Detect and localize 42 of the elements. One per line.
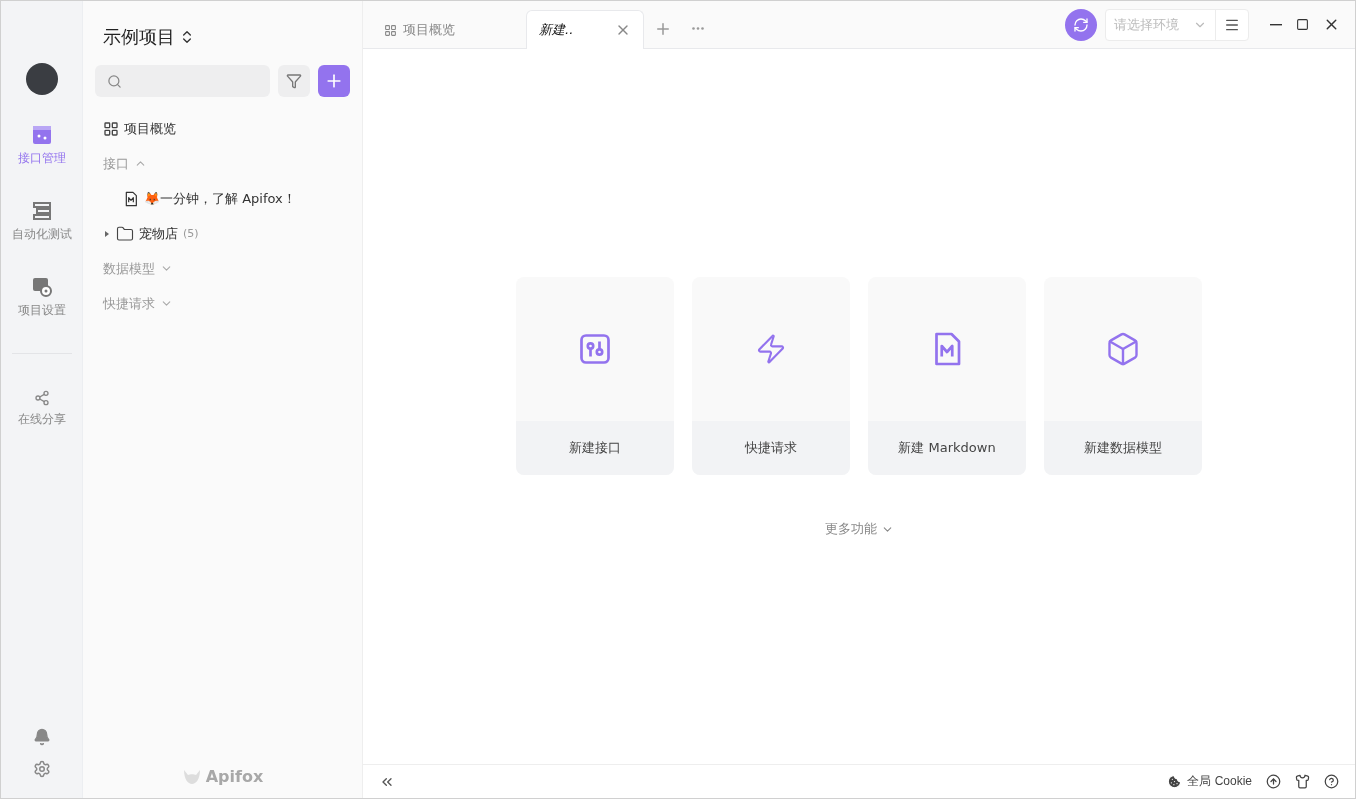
action-card[interactable]: 快捷请求 (692, 277, 850, 475)
grid-icon (384, 23, 397, 37)
brand-name: Apifox (205, 767, 264, 786)
grid-icon (103, 120, 119, 137)
action-card[interactable]: 新建 Markdown (868, 277, 1026, 475)
tree-item[interactable]: 项目概览 (124, 119, 176, 138)
api-icon (31, 125, 52, 145)
filter-button[interactable] (278, 65, 310, 97)
maximize-icon (1296, 18, 1309, 31)
more-features-button[interactable]: 更多功能 (818, 519, 900, 539)
folder-icon (116, 224, 134, 243)
bell-icon[interactable] (32, 728, 51, 746)
cookie-button[interactable]: 全局 Cookie (1167, 773, 1252, 790)
add-button[interactable] (318, 65, 350, 97)
refresh-icon (1073, 16, 1089, 33)
cookie-icon (1167, 774, 1183, 789)
minimize-button[interactable] (1267, 23, 1285, 26)
stack-icon (31, 201, 52, 221)
search-icon (107, 73, 122, 89)
lightning-icon (755, 333, 787, 365)
cube-icon (1105, 331, 1141, 367)
share-icon (33, 390, 50, 406)
action-card[interactable]: 新建接口 (516, 277, 674, 475)
action-card[interactable]: 新建数据模型 (1044, 277, 1202, 475)
avatar[interactable] (25, 63, 58, 95)
tree-item[interactable]: 🦊一分钟，了解 Apifox！ (144, 189, 296, 208)
item-count: (5) (183, 227, 199, 240)
markdown-file-icon (123, 190, 139, 207)
api-icon (577, 331, 613, 367)
search-field[interactable] (95, 65, 270, 97)
project-title[interactable]: 示例项目 (103, 25, 175, 49)
tree-caret-icon[interactable] (103, 229, 111, 238)
help-icon[interactable] (1324, 774, 1339, 789)
shirt-icon[interactable] (1295, 774, 1310, 789)
more-icon (692, 27, 704, 30)
filter-icon (286, 73, 302, 89)
upload-icon[interactable] (1266, 774, 1281, 789)
tree-item[interactable]: 宠物店 (139, 224, 178, 243)
sync-button[interactable] (1065, 8, 1097, 41)
tab[interactable]: 项目概览 (371, 10, 486, 49)
tab[interactable]: 新建.. (526, 10, 644, 49)
minimize-icon (1270, 23, 1282, 26)
